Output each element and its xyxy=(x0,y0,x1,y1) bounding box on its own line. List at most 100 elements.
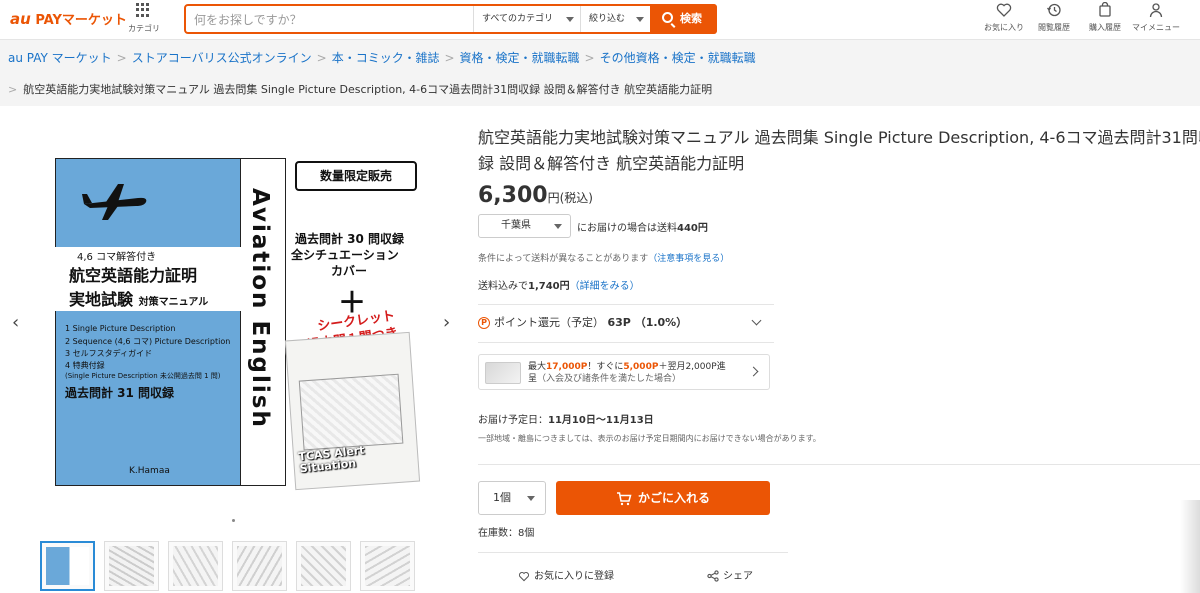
thumbnail[interactable] xyxy=(296,541,351,591)
chevron-right-icon: › xyxy=(443,312,451,333)
price-unit: 円(税込) xyxy=(547,191,593,205)
share-label: シェア xyxy=(723,571,753,582)
chevron-down-icon xyxy=(636,17,644,22)
quantity-select[interactable]: 1個 xyxy=(478,481,546,515)
cover-list-item: 2 Sequence (4,6 コマ) Picture Description xyxy=(65,337,231,346)
card-text-part: ！すぐに xyxy=(587,362,624,372)
page-edge-shadow xyxy=(1180,500,1200,593)
product-actions: お気に入りに登録 シェア xyxy=(478,552,788,592)
card-instant-points: 5,000P xyxy=(623,362,659,372)
product-image[interactable]: Aviation English 4,6 コマ解答付き 航空英語能力証明 実地試… xyxy=(55,158,440,491)
category-label: カテゴリ xyxy=(128,24,160,33)
site-logo[interactable]: au PAYマーケット xyxy=(10,9,127,28)
prefecture-select[interactable]: 千葉県 xyxy=(478,214,571,238)
cover-title: 航空英語能力証明 xyxy=(69,266,198,285)
breadcrumb-row: au PAY マーケット > ストアコーバリス公式オンライン > 本・コミック・雑誌 > 資… xyxy=(8,49,756,66)
delivery-value: 11月10日〜11月13日 xyxy=(548,415,654,426)
cover-list-item: 3 セルフスタディガイド xyxy=(65,349,153,358)
breadcrumb-link[interactable]: ストアコーバリス公式オンライン xyxy=(132,51,312,65)
search-icon xyxy=(662,12,673,23)
search-bar: すべてのカテゴリ 絞り込む 検索 xyxy=(184,4,717,34)
add-favorite-button[interactable]: お気に入りに登録 xyxy=(518,567,614,582)
thumbnail[interactable] xyxy=(360,541,415,591)
thumbnail[interactable] xyxy=(40,541,95,591)
site-header: au PAYマーケット カテゴリ すべてのカテゴリ 絞り込む 検索 お気に入り … xyxy=(0,0,1200,40)
category-button[interactable]: カテゴリ xyxy=(124,0,164,38)
category-select[interactable]: すべてのカテゴリ xyxy=(473,6,580,32)
thumbnail[interactable] xyxy=(104,541,159,591)
thumbnail[interactable] xyxy=(168,541,223,591)
cover-title-main: 実地試験 xyxy=(69,290,134,309)
breadcrumb-link[interactable]: 資格・検定・就職転職 xyxy=(460,51,580,65)
card-campaign-banner[interactable]: 最大17,000P！すぐに5,000P＋翌月2,000P進 呈（入会及び諸条件を… xyxy=(478,354,770,390)
cover-author: K.Hamaa xyxy=(129,466,170,476)
point-icon: P xyxy=(478,317,490,329)
breadcrumb-current: 航空英語能力実地試験対策マニュアル 過去問集 Single Picture De… xyxy=(23,83,713,96)
search-button-label: 検索 xyxy=(680,12,702,25)
purchase-history-link[interactable]: 購入履歴 xyxy=(1079,2,1131,33)
purchase-history-icon xyxy=(1099,2,1111,17)
history-icon xyxy=(1047,3,1061,17)
points-label: ポイント還元（予定） xyxy=(494,316,604,329)
product-price: 6,300円(税込) xyxy=(478,183,593,208)
next-image-button[interactable]: › xyxy=(443,312,450,333)
thumbnail[interactable] xyxy=(232,541,287,591)
header-icon-group: お気に入り 閲覧履歴 購入履歴 マイメニュー xyxy=(978,2,1200,38)
favorites-link[interactable]: お気に入り xyxy=(978,2,1030,33)
points-row[interactable]: P ポイント還元（予定） 63P （1.0%） xyxy=(478,314,774,338)
shipping-note: 条件によって送料が異なることがあります（注意事項を見る） xyxy=(478,251,729,264)
breadcrumb-separator: > xyxy=(116,51,127,65)
breadcrumb: au PAY マーケット > ストアコーバリス公式オンライン > 本・コミック・雑誌 > 資… xyxy=(0,40,1200,106)
my-menu-label: マイメニュー xyxy=(1132,23,1180,32)
cover-list-item: (Single Picture Description 未公開過去問 1 問) xyxy=(65,372,221,380)
logo-au: au xyxy=(10,10,31,28)
history-link[interactable]: 閲覧履歴 xyxy=(1028,2,1080,33)
cover-list-item: 4 特典付録 xyxy=(65,361,105,370)
prev-image-button[interactable]: ‹ xyxy=(12,312,19,333)
heart-icon xyxy=(996,3,1012,17)
booklet-illustration xyxy=(298,373,404,451)
shipping-notes-link[interactable]: （注意事項を見る） xyxy=(648,254,729,264)
card-text-part: 最大 xyxy=(528,362,547,372)
shipping-note-text: 条件によって送料が異なることがあります xyxy=(478,254,649,264)
grid-icon xyxy=(136,3,150,17)
breadcrumb-link[interactable]: その他資格・検定・就職転職 xyxy=(600,51,756,65)
shipping-included-value: 1,740円 xyxy=(528,281,570,292)
purchase-history-label: 購入履歴 xyxy=(1089,23,1121,32)
breadcrumb-separator: > xyxy=(316,51,327,65)
delivery-label: お届け予定日： xyxy=(478,415,548,426)
share-icon xyxy=(707,570,719,582)
product-title: 航空英語能力実地試験対策マニュアル 過去問集 Single Picture De… xyxy=(478,128,1200,173)
shipping-fee-value: 440円 xyxy=(677,223,708,234)
category-select-value: すべてのカテゴリ xyxy=(482,14,554,24)
my-menu-link[interactable]: マイメニュー xyxy=(1130,2,1182,33)
shipping-details-link[interactable]: （詳細をみる） xyxy=(570,281,640,292)
chevron-down-icon xyxy=(566,17,574,22)
divider xyxy=(478,464,1200,465)
add-to-cart-button[interactable]: かごに入れる xyxy=(556,481,770,515)
card-text-part: ＋翌月2,000P進 xyxy=(658,362,726,372)
chevron-down-icon xyxy=(554,224,562,229)
search-input[interactable] xyxy=(194,10,464,30)
divider xyxy=(478,304,774,305)
narrow-select[interactable]: 絞り込む xyxy=(580,6,650,32)
breadcrumb-link[interactable]: 本・コミック・雑誌 xyxy=(332,51,440,65)
add-favorite-label: お気に入りに登録 xyxy=(534,571,614,582)
points-value: 63P （1.0%） xyxy=(607,316,688,329)
card-campaign-text: 最大17,000P！すぐに5,000P＋翌月2,000P進 呈（入会及び諸条件を… xyxy=(528,361,726,385)
share-button[interactable]: シェア xyxy=(707,567,753,582)
history-label: 閲覧履歴 xyxy=(1038,23,1070,32)
price-value: 6,300 xyxy=(478,183,548,208)
chevron-down-icon xyxy=(527,496,535,501)
slide-indicator xyxy=(232,519,235,522)
prefecture-value: 千葉県 xyxy=(501,220,531,231)
breadcrumb-link[interactable]: au PAY マーケット xyxy=(8,51,112,65)
user-icon xyxy=(1149,3,1163,18)
cover-title-sub: 対策マニュアル xyxy=(138,297,209,308)
heart-icon xyxy=(519,571,529,581)
card-max-points: 17,000P xyxy=(546,362,588,372)
chevron-down-icon xyxy=(751,315,762,326)
search-button[interactable]: 検索 xyxy=(650,4,717,34)
credit-card-icon xyxy=(485,362,521,384)
promo-line: カバー xyxy=(331,264,368,278)
